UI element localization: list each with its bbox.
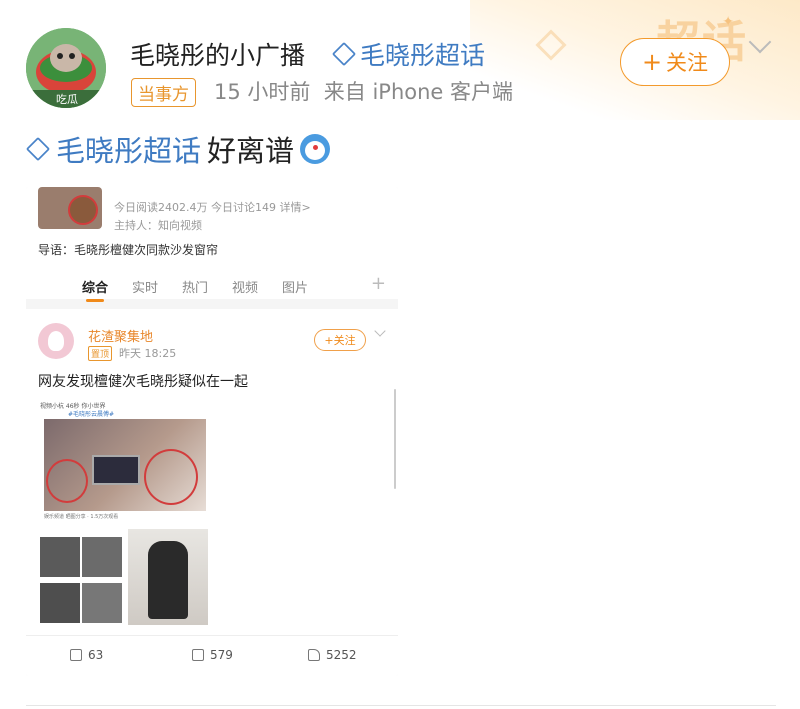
- sparkle-icon: ✦: [722, 14, 734, 30]
- topic-diamond-icon: [25, 136, 51, 162]
- supertopic-link[interactable]: 毛晓彤超话: [331, 36, 486, 72]
- repost-count: 63: [88, 648, 104, 662]
- feed-divider: [26, 705, 776, 706]
- party-badge: 当事方: [131, 78, 196, 107]
- embedded-chevron-icon: [374, 325, 386, 337]
- follow-button[interactable]: + 关注: [620, 38, 730, 86]
- embedded-scrollbar: [394, 389, 396, 489]
- pinned-badge: 置顶: [88, 346, 113, 361]
- tab-realtime[interactable]: 实时: [132, 277, 158, 296]
- like-action: 5252: [308, 648, 357, 662]
- tab-hot[interactable]: 热门: [182, 277, 208, 296]
- post-topic-link[interactable]: 毛晓彤超话: [25, 128, 202, 170]
- post-body: 好离谱: [207, 134, 295, 168]
- post-time: 15 小时前: [214, 80, 311, 104]
- supertopic-label: 毛晓彤超话: [360, 41, 486, 70]
- embedded-avatar: [38, 323, 74, 359]
- collage-topic: #毛晓彤云晨傅#: [68, 411, 115, 418]
- topic-thumbnail: [38, 187, 102, 229]
- avatar-label: 吃瓜: [56, 93, 78, 106]
- supertopic-diamond-icon: [331, 41, 357, 67]
- like-count: 5252: [326, 648, 357, 662]
- portrait-photo: [128, 529, 208, 625]
- post-topic-label: 毛晓彤超话: [56, 134, 202, 168]
- tab-image[interactable]: 图片: [282, 277, 308, 296]
- repost-action: 63: [70, 648, 103, 662]
- comment-icon: [192, 649, 204, 661]
- avatar[interactable]: 吃瓜: [26, 28, 106, 108]
- follow-label: 关注: [666, 51, 709, 75]
- topic-host: 主持人：知向视频: [114, 219, 202, 232]
- tab-comprehensive[interactable]: 综合: [82, 277, 108, 302]
- photo-caption: 娱乐频道 晒图分享 · 1.5万次观看: [44, 514, 119, 520]
- topic-lead: 导语：毛晓彤檀健次同款沙发窗帘: [38, 243, 219, 257]
- embedded-username: 花渣聚集地: [88, 330, 154, 345]
- embedded-post-text: 网友发现檀健次毛晓彤疑似在一起: [38, 374, 248, 390]
- plus-icon: +: [641, 48, 663, 76]
- supertopic-header: 今日阅读2402.4万 今日讨论149 详情> 主持人：知向视频 导语：毛晓彤檀…: [26, 187, 398, 302]
- add-tab-icon[interactable]: +: [371, 273, 386, 294]
- embedded-time: 昨天 18:25: [119, 347, 177, 360]
- embedded-follow-button: +关注: [314, 329, 366, 351]
- comment-count: 579: [210, 648, 233, 662]
- post-image[interactable]: 今日阅读2402.4万 今日讨论149 详情> 主持人：知向视频 导语：毛晓彤檀…: [26, 187, 398, 676]
- comment-action: 579: [192, 648, 233, 662]
- author-name[interactable]: 毛晓彤的小广播: [130, 36, 305, 72]
- repost-icon: [70, 649, 82, 661]
- embedded-post-card: 花渣聚集地 置顶 昨天 18:25 +关注 网友发现檀健次毛晓彤疑似在一起 视频…: [26, 309, 398, 676]
- post-meta: 15 小时前 来自 iPhone 客户端: [214, 76, 513, 106]
- diamond-icon: [535, 29, 567, 61]
- post-text: 毛晓彤超话 好离谱: [25, 128, 331, 170]
- thumbs-up-icon: [308, 649, 320, 661]
- topic-stats: 今日阅读2402.4万 今日讨论149 详情>: [114, 201, 311, 214]
- living-room-photo: [44, 419, 206, 511]
- topic-tabs: 综合 实时 热门 视频 图片 +: [26, 271, 398, 302]
- action-bar: 63 579 5252: [26, 635, 398, 676]
- tab-video[interactable]: 视频: [232, 277, 258, 296]
- embedded-collage: 视频小杭 46秒 你小世界 #毛晓彤云晨傅# 娱乐频道 晒图分享 · 1.5万次…: [40, 401, 210, 625]
- doraemon-emoji-icon: [300, 134, 331, 164]
- photo-grid: [40, 527, 122, 625]
- post-source: 来自 iPhone 客户端: [323, 80, 514, 104]
